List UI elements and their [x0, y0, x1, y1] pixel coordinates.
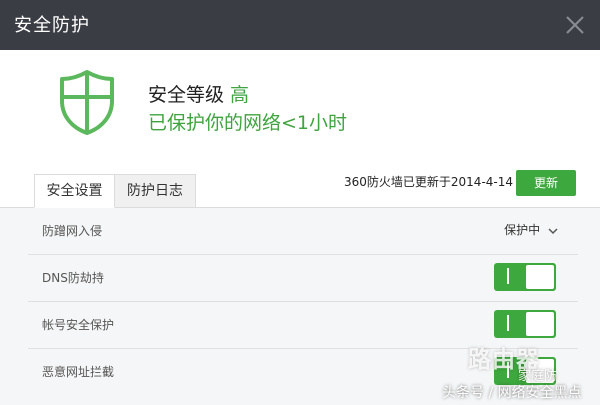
window-title: 安全防护 [14, 15, 90, 36]
security-window: 安全防护 安全等级高 已保护你的网络<1小时 360防火墙已更新于2014-4-… [0, 0, 600, 405]
setting-label: 防蹭网入侵 [42, 224, 103, 238]
firewall-update-status: 360防火墙已更新于2014-4-14 [344, 175, 514, 189]
protection-duration: 已保护你的网络<1小时 [148, 112, 348, 134]
update-button[interactable]: 更新 [516, 170, 576, 196]
settings-list: 防蹭网入侵 保护中 DNS防劫持 帐号安全保护 恶意网址拦截 [0, 208, 600, 405]
chevron-down-icon [548, 227, 558, 234]
setting-label: DNS防劫持 [42, 271, 104, 285]
setting-label: 恶意网址拦截 [42, 365, 115, 379]
setting-row-anti-rub: 防蹭网入侵 保护中 [28, 208, 578, 255]
setting-row-dns: DNS防劫持 [28, 255, 578, 302]
setting-row-account: 帐号安全保护 [28, 302, 578, 349]
toggle-on-mark [507, 268, 509, 284]
tab-protection-log[interactable]: 防护日志 [115, 174, 196, 208]
title-bar: 安全防护 [0, 0, 600, 50]
security-level-label: 安全等级 [148, 84, 225, 106]
account-protection-toggle[interactable] [494, 310, 556, 338]
toggle-knob [526, 312, 554, 336]
dns-protection-toggle[interactable] [494, 263, 556, 291]
security-level: 安全等级高 [148, 80, 249, 107]
toggle-on-mark [507, 315, 509, 331]
tab-security-settings[interactable]: 安全设置 [34, 174, 115, 208]
malicious-url-toggle[interactable] [494, 357, 556, 385]
setting-label: 帐号安全保护 [42, 318, 115, 332]
dropdown-value: 保护中 [504, 223, 541, 237]
toggle-on-mark [507, 362, 509, 378]
close-icon[interactable] [562, 12, 588, 38]
protection-dropdown[interactable]: 保护中 [504, 221, 558, 238]
toggle-knob [526, 359, 554, 383]
shield-icon [60, 70, 114, 135]
setting-row-malicious-url: 恶意网址拦截 [28, 349, 578, 396]
security-level-value: 高 [230, 84, 250, 106]
toggle-knob [526, 265, 554, 289]
